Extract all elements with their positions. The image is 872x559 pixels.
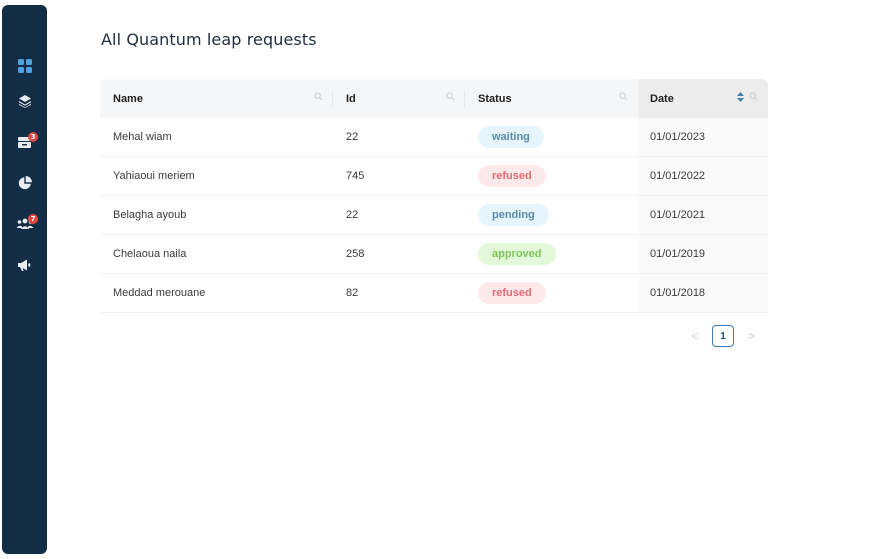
cell-name: Meddad merouane [113, 287, 206, 299]
cell-id: 745 [346, 170, 365, 182]
cell-date: 01/01/2021 [638, 196, 768, 234]
table-body: Mehal wiam 22 waiting 01/01/2023 Yahiaou… [100, 118, 768, 313]
column-label: Status [478, 92, 512, 105]
cell-name: Mehal wiam [113, 131, 172, 143]
cell-status: waiting [465, 118, 638, 156]
cell-name: Yahiaoui meriem [113, 170, 195, 182]
status-badge: refused [478, 165, 546, 187]
cell-status: refused [465, 157, 638, 195]
cell-date: 01/01/2018 [638, 274, 768, 312]
search-icon[interactable] [749, 92, 758, 101]
table-row[interactable]: Meddad merouane 82 refused 01/01/2018 [100, 274, 768, 313]
cell-name: Chelaoua naila [113, 248, 187, 260]
layers-icon [18, 95, 31, 108]
status-badge: refused [478, 282, 546, 304]
sidebar-item-dashboard[interactable] [2, 54, 47, 78]
sidebar-item-requests[interactable]: 3 [2, 130, 47, 154]
column-label: Id [346, 92, 356, 105]
search-icon[interactable] [314, 92, 323, 101]
table-header: Name Id Status Date [100, 79, 768, 118]
prev-page-button[interactable]: < [688, 325, 702, 347]
cell-date: 01/01/2023 [638, 118, 768, 156]
sidebar: 3 7 [2, 5, 47, 554]
status-badge: pending [478, 204, 549, 226]
pie-chart-icon [18, 176, 32, 190]
column-label: Date [650, 92, 674, 105]
cell-id: 82 [346, 287, 359, 299]
cell-status: pending [465, 196, 638, 234]
table-row[interactable]: Chelaoua naila 258 approved 01/01/2019 [100, 235, 768, 274]
notification-badge: 3 [28, 132, 38, 142]
table-row[interactable]: Belagha ayoub 22 pending 01/01/2021 [100, 196, 768, 235]
sidebar-item-users[interactable]: 7 [2, 212, 47, 236]
page-title: All Quantum leap requests [101, 30, 317, 49]
notification-badge: 7 [28, 214, 38, 224]
requests-table: Name Id Status Date Mehal wiam 22 waitin… [100, 79, 768, 313]
sort-icon[interactable] [737, 92, 744, 102]
cell-id: 22 [346, 131, 359, 143]
cell-id: 258 [346, 248, 365, 260]
page-number-button[interactable]: 1 [712, 325, 734, 347]
column-header-status[interactable]: Status [465, 79, 638, 118]
search-icon[interactable] [446, 92, 455, 101]
grid-icon [17, 59, 32, 73]
sidebar-item-layers[interactable] [2, 89, 47, 113]
sidebar-item-statistics[interactable] [2, 171, 47, 195]
cell-date: 01/01/2022 [638, 157, 768, 195]
status-badge: approved [478, 243, 556, 265]
column-header-date[interactable]: Date [638, 79, 768, 118]
table-row[interactable]: Mehal wiam 22 waiting 01/01/2023 [100, 118, 768, 157]
cell-status: approved [465, 235, 638, 273]
column-label: Name [113, 92, 143, 105]
megaphone-icon [18, 259, 31, 271]
cell-status: refused [465, 274, 638, 312]
cell-id: 22 [346, 209, 359, 221]
status-badge: waiting [478, 126, 544, 148]
column-header-name[interactable]: Name [100, 79, 333, 118]
search-icon[interactable] [619, 92, 628, 101]
cell-name: Belagha ayoub [113, 209, 187, 221]
column-header-id[interactable]: Id [333, 79, 465, 118]
next-page-button[interactable]: > [744, 325, 758, 347]
pagination: < 1 > [688, 325, 758, 347]
cell-date: 01/01/2019 [638, 235, 768, 273]
table-row[interactable]: Yahiaoui meriem 745 refused 01/01/2022 [100, 157, 768, 196]
sidebar-item-announcements[interactable] [2, 253, 47, 277]
